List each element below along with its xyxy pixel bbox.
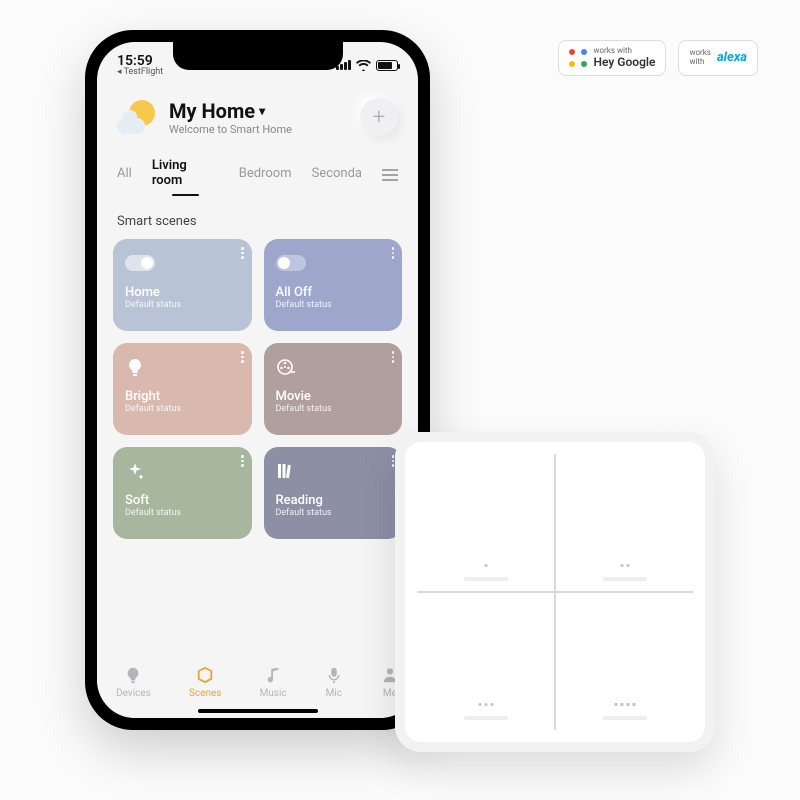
tab-secondary[interactable]: Seconda bbox=[312, 166, 362, 189]
switch-indicator bbox=[464, 716, 508, 720]
tab-all[interactable]: All bbox=[117, 166, 132, 189]
home-title-text: My Home bbox=[169, 99, 255, 123]
home-indicator[interactable] bbox=[198, 709, 318, 713]
nav-mic[interactable]: Mic bbox=[325, 665, 343, 699]
scene-home[interactable]: Home Default status bbox=[113, 239, 252, 331]
switch-dots-icon bbox=[620, 564, 629, 567]
nav-devices[interactable]: Devices bbox=[116, 665, 151, 699]
switch-button-3[interactable] bbox=[417, 593, 554, 730]
bulb-icon bbox=[125, 353, 240, 381]
scene-name: Reading bbox=[276, 493, 391, 508]
home-title-dropdown[interactable]: My Home ▾ bbox=[169, 99, 360, 123]
add-button[interactable]: + bbox=[360, 98, 398, 136]
mic-icon bbox=[325, 665, 343, 685]
nav-label: Music bbox=[260, 688, 287, 699]
google-assistant-icon bbox=[569, 49, 587, 67]
wall-switch-device bbox=[395, 432, 715, 752]
scene-status: Default status bbox=[276, 508, 391, 518]
scene-status: Default status bbox=[125, 508, 240, 518]
home-subtitle: Welcome to Smart Home bbox=[169, 123, 360, 136]
status-time: 15:59 bbox=[117, 54, 163, 68]
switch-dots-icon bbox=[478, 703, 493, 706]
switch-button-2[interactable] bbox=[556, 454, 693, 591]
badge-google: works with Hey Google bbox=[558, 40, 666, 76]
phone-notch bbox=[173, 42, 343, 70]
badge-alexa: works with alexa bbox=[678, 40, 758, 76]
scene-all-off[interactable]: All Off Default status bbox=[264, 239, 403, 331]
scene-name: Movie bbox=[276, 389, 391, 404]
scene-name: All Off bbox=[276, 285, 391, 300]
scene-name: Home bbox=[125, 285, 240, 300]
nav-music[interactable]: Music bbox=[260, 665, 287, 699]
switch-indicator bbox=[603, 716, 647, 720]
scene-movie[interactable]: Movie Default status bbox=[264, 343, 403, 435]
badge-alexa-small: works with bbox=[689, 49, 710, 67]
scene-more-icon[interactable] bbox=[241, 351, 244, 363]
switch-dots-icon bbox=[484, 564, 487, 567]
switch-dots-icon bbox=[614, 703, 635, 706]
tabs-menu-icon[interactable] bbox=[382, 169, 398, 185]
status-back-app[interactable]: ◂ TestFlight bbox=[117, 68, 163, 77]
phone-frame: 15:59 ◂ TestFlight My Home ▾ Welcome bbox=[85, 30, 430, 730]
sparkle-icon bbox=[125, 457, 240, 485]
room-tabs: All Living room Bedroom Seconda bbox=[97, 144, 418, 196]
scene-name: Bright bbox=[125, 389, 240, 404]
wifi-icon bbox=[356, 60, 371, 71]
switch-indicator bbox=[603, 577, 647, 581]
scene-more-icon[interactable] bbox=[241, 455, 244, 467]
tab-living-room[interactable]: Living room bbox=[152, 158, 219, 196]
home-header: My Home ▾ Welcome to Smart Home + bbox=[97, 82, 418, 144]
switch-indicator bbox=[464, 577, 508, 581]
scene-grid: Home Default status All Off Default stat… bbox=[97, 239, 418, 539]
scene-soft[interactable]: Soft Default status bbox=[113, 447, 252, 539]
scene-more-icon[interactable] bbox=[392, 455, 395, 467]
toggle-on-icon bbox=[125, 255, 155, 271]
cube-icon bbox=[196, 665, 214, 685]
weather-icon bbox=[117, 96, 159, 138]
scene-status: Default status bbox=[276, 404, 391, 414]
scene-more-icon[interactable] bbox=[392, 247, 395, 259]
scene-bright[interactable]: Bright Default status bbox=[113, 343, 252, 435]
nav-label: Devices bbox=[116, 688, 151, 699]
nav-label: Mic bbox=[326, 688, 342, 699]
battery-icon bbox=[376, 60, 398, 71]
compatibility-badges: works with Hey Google works with alexa bbox=[558, 40, 758, 76]
switch-button-1[interactable] bbox=[417, 454, 554, 591]
scene-more-icon[interactable] bbox=[241, 247, 244, 259]
phone-screen: 15:59 ◂ TestFlight My Home ▾ Welcome bbox=[97, 42, 418, 718]
scene-status: Default status bbox=[276, 300, 391, 310]
scene-status: Default status bbox=[125, 300, 240, 310]
film-reel-icon bbox=[276, 353, 391, 381]
switch-grid bbox=[417, 454, 693, 730]
bulb-icon bbox=[124, 665, 142, 685]
nav-scenes[interactable]: Scenes bbox=[189, 665, 221, 699]
scene-reading[interactable]: Reading Default status bbox=[264, 447, 403, 539]
chevron-down-icon: ▾ bbox=[259, 104, 265, 118]
alexa-logo: alexa bbox=[717, 50, 747, 65]
scene-name: Soft bbox=[125, 493, 240, 508]
section-title: Smart scenes bbox=[97, 196, 418, 239]
badge-google-big: Hey Google bbox=[593, 55, 655, 69]
scene-more-icon[interactable] bbox=[392, 351, 395, 363]
books-icon bbox=[276, 457, 391, 485]
nav-label: Scenes bbox=[189, 688, 221, 699]
tab-bedroom[interactable]: Bedroom bbox=[239, 166, 292, 189]
scene-status: Default status bbox=[125, 404, 240, 414]
toggle-off-icon bbox=[276, 255, 306, 271]
switch-button-4[interactable] bbox=[556, 593, 693, 730]
music-note-icon bbox=[264, 665, 282, 685]
